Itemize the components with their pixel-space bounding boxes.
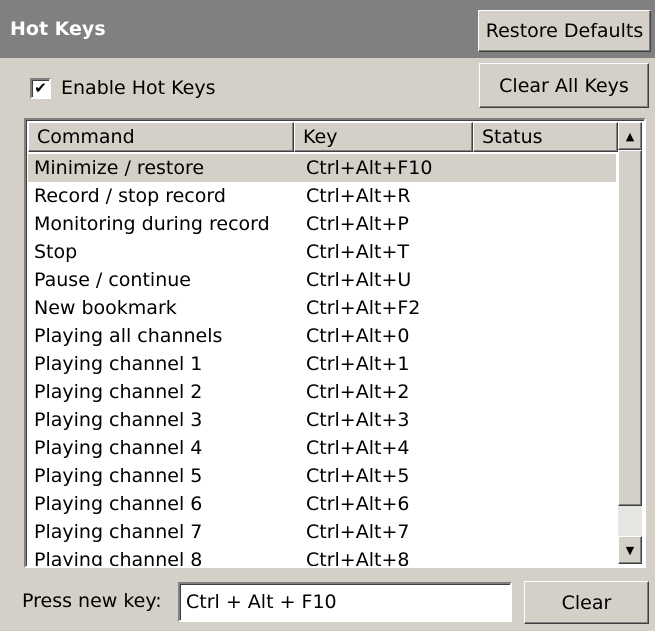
row-command: Playing all channels [34, 325, 223, 347]
table-row[interactable]: Playing channel 2 Ctrl+Alt+2 [28, 378, 616, 406]
table-row[interactable]: Monitoring during record Ctrl+Alt+P [28, 210, 616, 238]
table-row[interactable]: Playing channel 6 Ctrl+Alt+6 [28, 490, 616, 518]
table-row[interactable]: Playing channel 1 Ctrl+Alt+1 [28, 350, 616, 378]
column-header-status[interactable]: Status [473, 122, 618, 152]
hotkeys-list[interactable]: Command Key Status Minimize / restore Ctr… [24, 118, 646, 568]
clear-key-button[interactable]: Clear [524, 581, 649, 624]
row-key: Ctrl+Alt+R [306, 185, 411, 207]
enable-hotkeys-label: Enable Hot Keys [61, 77, 216, 99]
row-key: Ctrl+Alt+8 [306, 549, 410, 566]
restore-defaults-button[interactable]: Restore Defaults [478, 10, 651, 52]
row-key: Ctrl+Alt+3 [306, 409, 410, 431]
row-command: Monitoring during record [34, 213, 270, 235]
row-command: Playing channel 6 [34, 493, 203, 515]
table-row[interactable]: Record / stop record Ctrl+Alt+R [28, 182, 616, 210]
enable-hotkeys-checkbox[interactable]: ✔ Enable Hot Keys [30, 74, 216, 102]
table-row[interactable]: Playing channel 4 Ctrl+Alt+4 [28, 434, 616, 462]
row-command: Playing channel 1 [34, 353, 203, 375]
row-command: Record / stop record [34, 185, 226, 207]
list-header: Command Key Status [28, 122, 618, 152]
table-row[interactable]: Pause / continue Ctrl+Alt+U [28, 266, 616, 294]
table-row[interactable]: Playing channel 7 Ctrl+Alt+7 [28, 518, 616, 546]
new-key-input[interactable] [178, 582, 512, 622]
press-new-key-label: Press new key: [22, 590, 162, 612]
table-row[interactable]: Playing channel 5 Ctrl+Alt+5 [28, 462, 616, 490]
row-command: Playing channel 4 [34, 437, 203, 459]
row-key: Ctrl+Alt+T [306, 241, 409, 263]
row-command: Stop [34, 241, 78, 263]
column-header-command[interactable]: Command [28, 122, 294, 152]
row-key: Ctrl+Alt+0 [306, 325, 410, 347]
row-key: Ctrl+Alt+P [306, 213, 409, 235]
checkbox-check-icon[interactable]: ✔ [30, 77, 51, 99]
row-key: Ctrl+Alt+4 [306, 437, 410, 459]
row-command: Minimize / restore [34, 157, 205, 179]
scroll-up-arrow-icon[interactable]: ▲ [618, 122, 642, 150]
row-key: Ctrl+Alt+7 [306, 521, 410, 543]
row-command: Pause / continue [34, 269, 191, 291]
row-key: Ctrl+Alt+F2 [306, 297, 421, 319]
row-command: Playing channel 3 [34, 409, 203, 431]
table-row[interactable]: Minimize / restore Ctrl+Alt+F10 [28, 154, 616, 182]
row-command: Playing channel 7 [34, 521, 203, 543]
table-row[interactable]: Playing channel 3 Ctrl+Alt+3 [28, 406, 616, 434]
table-row[interactable]: Playing all channels Ctrl+Alt+0 [28, 322, 616, 350]
column-header-key[interactable]: Key [294, 122, 473, 152]
scroll-down-arrow-icon[interactable]: ▼ [618, 536, 642, 564]
list-body: Minimize / restore Ctrl+Alt+F10 Record / s… [28, 154, 616, 566]
table-row[interactable]: Playing channel 8 Ctrl+Alt+8 [28, 546, 616, 566]
row-key: Ctrl+Alt+6 [306, 493, 410, 515]
row-key: Ctrl+Alt+5 [306, 465, 410, 487]
table-row[interactable]: Stop Ctrl+Alt+T [28, 238, 616, 266]
row-command: New bookmark [34, 297, 177, 319]
row-command: Playing channel 5 [34, 465, 203, 487]
clear-all-keys-button[interactable]: Clear All Keys [479, 63, 649, 108]
row-key: Ctrl+Alt+2 [306, 381, 410, 403]
vertical-scrollbar[interactable]: ▲ ▼ [618, 122, 642, 564]
row-key: Ctrl+Alt+U [306, 269, 412, 291]
row-command: Playing channel 8 [34, 549, 203, 566]
header-title: Hot Keys [10, 18, 106, 40]
row-command: Playing channel 2 [34, 381, 203, 403]
row-key: Ctrl+Alt+1 [306, 353, 410, 375]
row-key: Ctrl+Alt+F10 [306, 157, 433, 179]
scrollbar-thumb[interactable] [618, 150, 642, 506]
table-row[interactable]: New bookmark Ctrl+Alt+F2 [28, 294, 616, 322]
